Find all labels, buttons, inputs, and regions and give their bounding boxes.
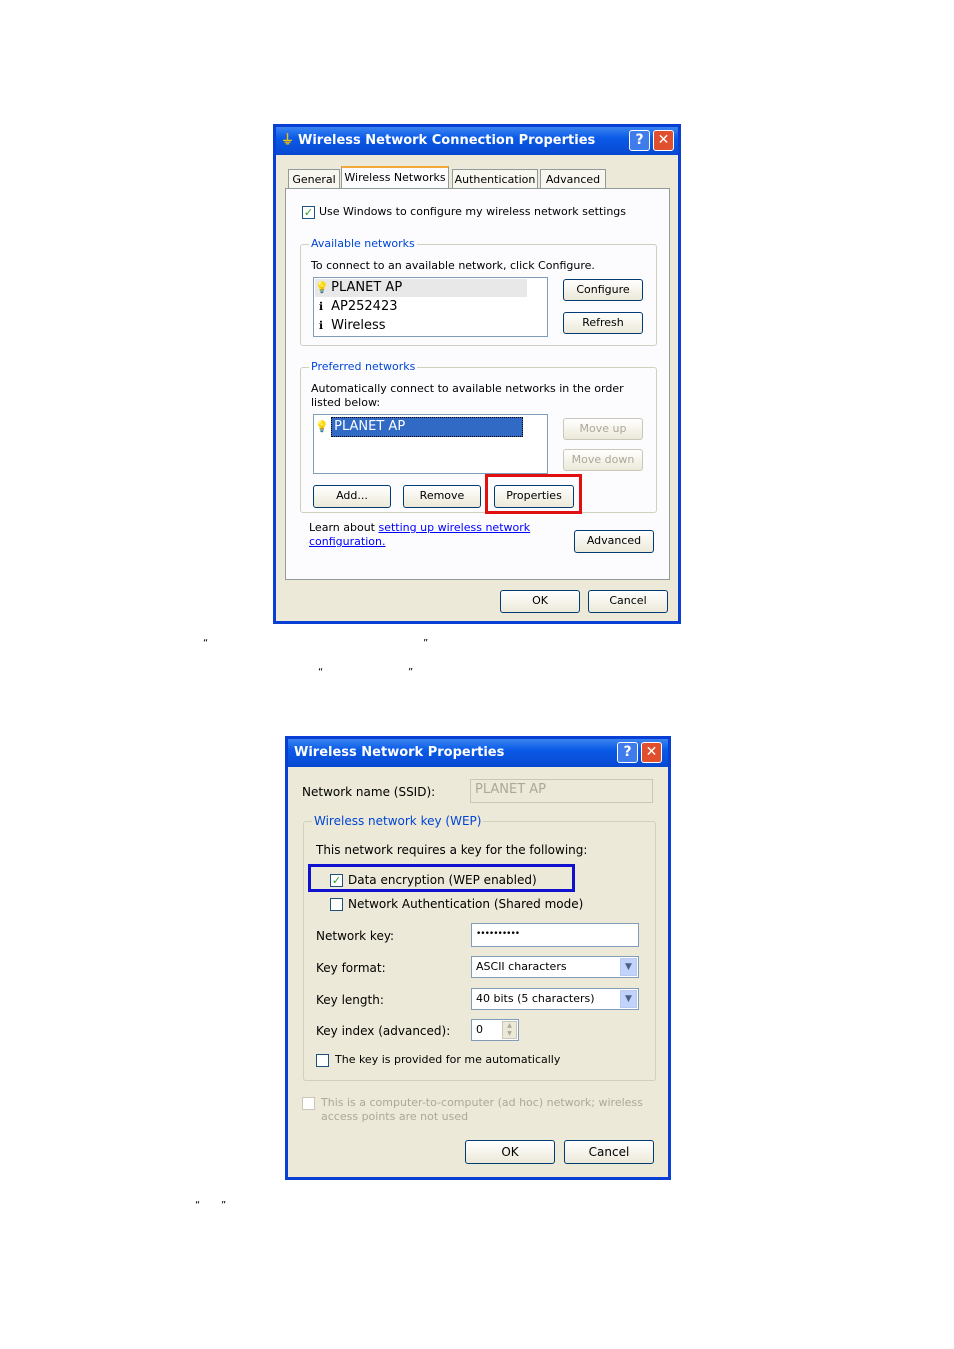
configure-button[interactable]: Configure — [563, 279, 643, 301]
dialog1-titlebar[interactable]: ⏚ Wireless Network Connection Properties… — [276, 127, 678, 155]
network-name: AP252423 — [331, 299, 398, 314]
network-authentication-label: Network Authentication (Shared mode) — [348, 897, 584, 911]
tab-wireless-networks[interactable]: Wireless Networks — [341, 166, 449, 189]
network-name: PLANET AP — [331, 417, 524, 437]
close-button[interactable]: ✕ — [653, 130, 674, 151]
use-windows-label: Use Windows to configure my wireless net… — [319, 205, 627, 218]
help-button[interactable]: ? — [617, 742, 638, 763]
wireless-connection-properties-dialog: ⏚ Wireless Network Connection Properties… — [273, 124, 681, 624]
spinner-arrows-icon[interactable]: ▲ ▼ — [502, 1021, 517, 1039]
network-key-label: Network key: — [316, 929, 395, 943]
wep-legend: Wireless network key (WEP) — [312, 814, 484, 828]
learn-about-text: Learn about setting up wireless network … — [309, 521, 549, 549]
open-quote: “ — [318, 667, 324, 678]
key-index-value: 0 — [476, 1023, 483, 1036]
properties-highlight — [485, 474, 582, 514]
key-format-dropdown[interactable]: ASCII characters ▼ — [471, 956, 639, 978]
available-networks-desc: To connect to an available network, clic… — [311, 259, 595, 272]
cancel-button[interactable]: Cancel — [564, 1140, 654, 1164]
ok-button[interactable]: OK — [500, 590, 580, 613]
auto-key-checkbox[interactable] — [316, 1054, 329, 1067]
signal-icon: ℹ — [318, 300, 324, 313]
adhoc-checkbox[interactable] — [302, 1097, 315, 1110]
add-button[interactable]: Add... — [313, 485, 391, 508]
preferred-networks-list[interactable]: 💡 PLANET AP — [313, 414, 548, 474]
cancel-button[interactable]: Cancel — [588, 590, 668, 613]
adhoc-label: This is a computer-to-computer (ad hoc) … — [321, 1096, 643, 1123]
wireless-networks-panel: ✓ Use Windows to configure my wireless n… — [285, 188, 670, 580]
key-length-label: Key length: — [316, 993, 384, 1007]
dialog2-titlebar[interactable]: Wireless Network Properties ? ✕ — [288, 739, 668, 767]
preferred-networks-group: Preferred networks Automatically connect… — [300, 360, 657, 513]
refresh-button[interactable]: Refresh — [563, 312, 643, 334]
open-quote: “ — [195, 1200, 201, 1211]
key-length-value: 40 bits (5 characters) — [476, 992, 595, 1005]
chevron-down-icon[interactable]: ▼ — [620, 990, 637, 1008]
list-item[interactable]: 💡 PLANET AP — [315, 279, 527, 297]
tab-authentication[interactable]: Authentication — [452, 169, 538, 189]
preferred-networks-desc: Automatically connect to available netwo… — [311, 382, 624, 409]
wireless-network-properties-dialog: Wireless Network Properties ? ✕ Network … — [285, 736, 671, 1180]
list-item[interactable]: ℹ Wireless — [315, 317, 527, 335]
tab-advanced[interactable]: Advanced — [540, 169, 606, 189]
key-index-label: Key index (advanced): — [316, 1024, 451, 1038]
advanced-button[interactable]: Advanced — [574, 530, 654, 553]
network-name: Wireless — [331, 318, 386, 333]
close-quote: ” — [423, 638, 429, 649]
requires-key-text: This network requires a key for the foll… — [316, 843, 588, 857]
tab-general[interactable]: General — [288, 169, 340, 189]
preferred-networks-legend: Preferred networks — [309, 360, 418, 373]
chevron-down-icon[interactable]: ▼ — [620, 958, 637, 976]
remove-button[interactable]: Remove — [403, 485, 481, 508]
antenna-icon: 💡 — [315, 420, 329, 433]
data-encryption-highlight — [308, 864, 575, 892]
antenna-icon: 💡 — [315, 281, 329, 294]
close-quote: ” — [221, 1200, 227, 1211]
key-length-dropdown[interactable]: 40 bits (5 characters) ▼ — [471, 988, 639, 1010]
network-authentication-checkbox[interactable] — [330, 898, 343, 911]
network-name: PLANET AP — [331, 280, 403, 295]
list-item[interactable]: 💡 PLANET AP — [315, 417, 537, 437]
ssid-field[interactable]: PLANET AP — [470, 779, 653, 803]
close-button[interactable]: ✕ — [641, 742, 662, 763]
key-format-label: Key format: — [316, 961, 386, 975]
key-index-spinner[interactable]: 0 ▲ ▼ — [471, 1019, 519, 1041]
available-networks-list[interactable]: 💡 PLANET AP ℹ AP252423 ℹ Wireless — [313, 277, 548, 337]
close-quote: ” — [408, 667, 414, 678]
available-networks-group: Available networks To connect to an avai… — [300, 237, 657, 346]
ssid-label: Network name (SSID): — [302, 785, 436, 799]
network-key-field[interactable]: •••••••••• — [471, 923, 639, 947]
move-up-button[interactable]: Move up — [563, 418, 643, 440]
wep-group: Wireless network key (WEP) This network … — [303, 814, 656, 1081]
learn-prefix: Learn about — [309, 521, 379, 534]
auto-key-label: The key is provided for me automatically — [335, 1053, 561, 1066]
help-button[interactable]: ? — [629, 130, 650, 151]
available-networks-legend: Available networks — [309, 237, 417, 250]
network-connection-icon: ⏚ — [281, 133, 295, 148]
move-down-button[interactable]: Move down — [563, 449, 643, 471]
ok-button[interactable]: OK — [465, 1140, 555, 1164]
signal-icon: ℹ — [318, 319, 324, 332]
use-windows-checkbox[interactable]: ✓ — [302, 206, 315, 219]
dialog2-title: Wireless Network Properties — [294, 745, 505, 760]
dialog1-title: Wireless Network Connection Properties — [298, 133, 596, 148]
key-format-value: ASCII characters — [476, 960, 567, 973]
open-quote: “ — [203, 638, 209, 649]
list-item[interactable]: ℹ AP252423 — [315, 298, 527, 316]
